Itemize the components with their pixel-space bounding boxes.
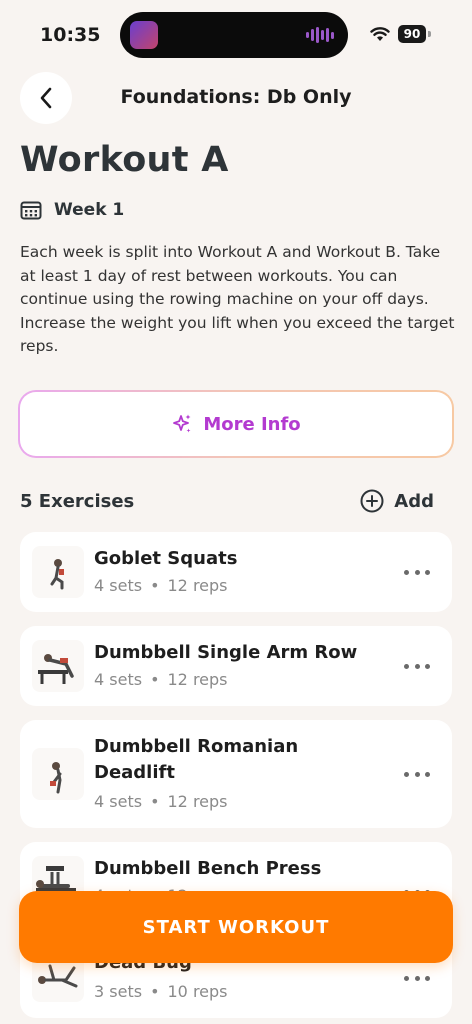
- exercise-thumbnail: [32, 546, 84, 598]
- audio-waveform-icon: [306, 26, 334, 44]
- exercise-sets: 4 sets: [94, 576, 143, 595]
- exercise-thumbnail: [32, 748, 84, 800]
- more-info-button-inner: More Info: [20, 392, 452, 456]
- exercises-header: 5 Exercises Add: [20, 489, 434, 513]
- exercise-name: Dumbbell Bench Press: [94, 858, 322, 879]
- sparkle-icon: [173, 414, 191, 433]
- more-info-label: More Info: [203, 413, 301, 435]
- start-workout-label: START WORKOUT: [142, 916, 330, 938]
- more-info-button[interactable]: More Info: [18, 390, 454, 458]
- now-playing-artwork: [130, 21, 158, 49]
- exercise-reps: 12 reps: [167, 792, 228, 811]
- wifi-icon: [370, 27, 390, 41]
- exercise-card-single-arm-row[interactable]: Dumbbell Single Arm Row 4 sets • 12 reps: [20, 626, 452, 706]
- exercise-reps: 10 reps: [167, 982, 228, 1001]
- exercise-meta: 4 sets•12 reps: [94, 576, 228, 595]
- more-options-icon[interactable]: [404, 568, 430, 576]
- dynamic-island[interactable]: [120, 12, 348, 58]
- battery-indicator: 90: [398, 25, 426, 43]
- deadlift-figure-icon: [50, 762, 62, 794]
- exercise-name: Dumbbell Single Arm Row: [94, 642, 358, 663]
- calendar-icon: [20, 201, 42, 220]
- exercise-card-romanian-deadlift[interactable]: Dumbbell Romanian Deadlift 4 sets • 12 rep…: [20, 720, 452, 828]
- add-label: Add: [394, 490, 434, 512]
- plus-circle-icon: [360, 489, 384, 513]
- exercise-meta: 4 sets•12 reps: [94, 670, 228, 689]
- exercise-sets: 4 sets: [94, 792, 143, 811]
- exercise-reps: 12 reps: [167, 670, 228, 689]
- exercise-sets: 4 sets: [94, 670, 143, 689]
- exercise-thumbnail: [32, 640, 84, 692]
- status-time: 10:35: [40, 24, 101, 46]
- week-row: Week 1: [20, 200, 124, 220]
- status-bar: 10:35 90: [0, 0, 472, 70]
- nav-title: Foundations: Db Only: [120, 86, 352, 108]
- exercise-count: 5 Exercises: [20, 490, 135, 512]
- exercise-card-goblet-squats[interactable]: Goblet Squats 4 sets • 12 reps: [20, 532, 452, 612]
- exercise-meta: 4 sets•12 reps: [94, 792, 228, 811]
- exercise-name: Dumbbell Romanian Deadlift: [94, 736, 299, 783]
- exercise-sets: 3 sets: [94, 982, 143, 1001]
- battery-tip: [428, 31, 431, 37]
- workout-description: Each week is split into Workout A and Wo…: [20, 243, 455, 355]
- exercise-name: Goblet Squats: [94, 548, 238, 569]
- week-label: Week 1: [54, 200, 125, 220]
- add-exercise-button[interactable]: Add: [360, 489, 434, 513]
- more-options-icon[interactable]: [404, 770, 430, 778]
- page-title: Workout A: [20, 140, 229, 180]
- squat-figure-icon: [50, 559, 64, 590]
- more-options-icon[interactable]: [404, 662, 430, 670]
- exercise-reps: 12 reps: [167, 576, 228, 595]
- row-figure-icon: [38, 654, 74, 684]
- more-options-icon[interactable]: [404, 974, 430, 982]
- exercise-meta: 3 sets • 10 reps: [94, 982, 228, 1001]
- start-workout-button[interactable]: START WORKOUT: [19, 891, 453, 963]
